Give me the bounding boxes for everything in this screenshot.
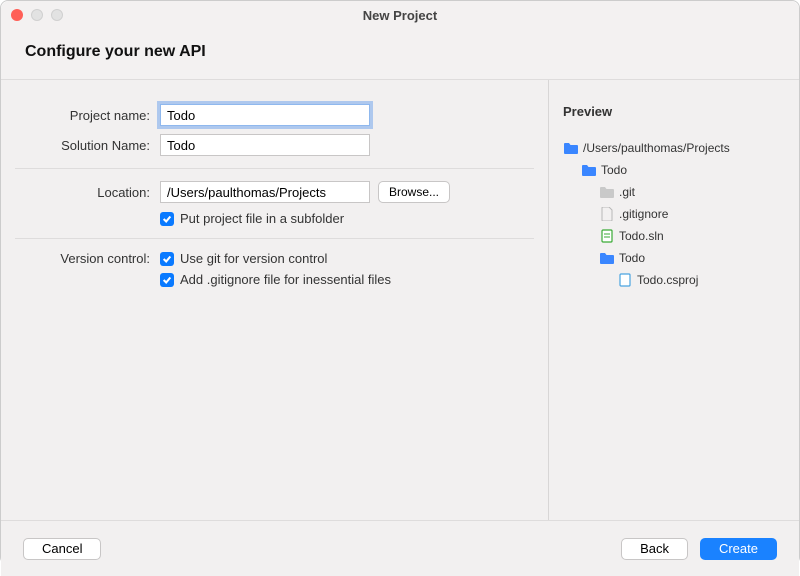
project-file-icon bbox=[617, 273, 633, 287]
tree-file-csproj: Todo.csproj bbox=[563, 269, 785, 291]
divider bbox=[15, 238, 534, 239]
solution-file-icon bbox=[599, 229, 615, 243]
browse-button[interactable]: Browse... bbox=[378, 181, 450, 203]
folder-icon bbox=[599, 251, 615, 265]
divider bbox=[15, 168, 534, 169]
cancel-button[interactable]: Cancel bbox=[23, 538, 101, 560]
tree-folder-root: /Users/paulthomas/Projects bbox=[563, 137, 785, 159]
dialog-header: Configure your new API bbox=[1, 29, 799, 80]
tree-folder-git: .git bbox=[563, 181, 785, 203]
add-gitignore-checkbox[interactable] bbox=[160, 273, 174, 287]
back-button[interactable]: Back bbox=[621, 538, 688, 560]
use-git-checkbox-label: Use git for version control bbox=[180, 251, 327, 266]
solution-name-label: Solution Name: bbox=[15, 138, 160, 153]
form-pane: Project name: Solution Name: Location: B… bbox=[1, 80, 549, 520]
folder-icon bbox=[563, 141, 579, 155]
create-button[interactable]: Create bbox=[700, 538, 777, 560]
project-name-input[interactable] bbox=[160, 104, 370, 126]
tree-file-sln: Todo.sln bbox=[563, 225, 785, 247]
use-git-checkbox[interactable] bbox=[160, 252, 174, 266]
file-icon bbox=[599, 207, 615, 221]
dialog-content: Project name: Solution Name: Location: B… bbox=[1, 80, 799, 520]
tree-folder-solution: Todo bbox=[563, 159, 785, 181]
window-titlebar: New Project bbox=[1, 1, 799, 29]
location-label: Location: bbox=[15, 185, 160, 200]
location-input[interactable] bbox=[160, 181, 370, 203]
preview-heading: Preview bbox=[563, 104, 785, 119]
page-title: Configure your new API bbox=[25, 43, 775, 61]
add-gitignore-checkbox-label: Add .gitignore file for inessential file… bbox=[180, 272, 391, 287]
solution-name-input[interactable] bbox=[160, 134, 370, 156]
dialog-footer: Cancel Back Create bbox=[1, 520, 799, 576]
project-name-label: Project name: bbox=[15, 108, 160, 123]
window-title: New Project bbox=[1, 8, 799, 23]
subfolder-checkbox-label: Put project file in a subfolder bbox=[180, 211, 344, 226]
tree-file-gitignore: .gitignore bbox=[563, 203, 785, 225]
preview-tree: /Users/paulthomas/Projects Todo .git .gi… bbox=[563, 137, 785, 291]
folder-icon bbox=[581, 163, 597, 177]
version-control-label: Version control: bbox=[15, 251, 160, 266]
subfolder-checkbox[interactable] bbox=[160, 212, 174, 226]
folder-icon bbox=[599, 185, 615, 199]
tree-folder-project: Todo bbox=[563, 247, 785, 269]
preview-pane: Preview /Users/paulthomas/Projects Todo … bbox=[549, 80, 799, 520]
